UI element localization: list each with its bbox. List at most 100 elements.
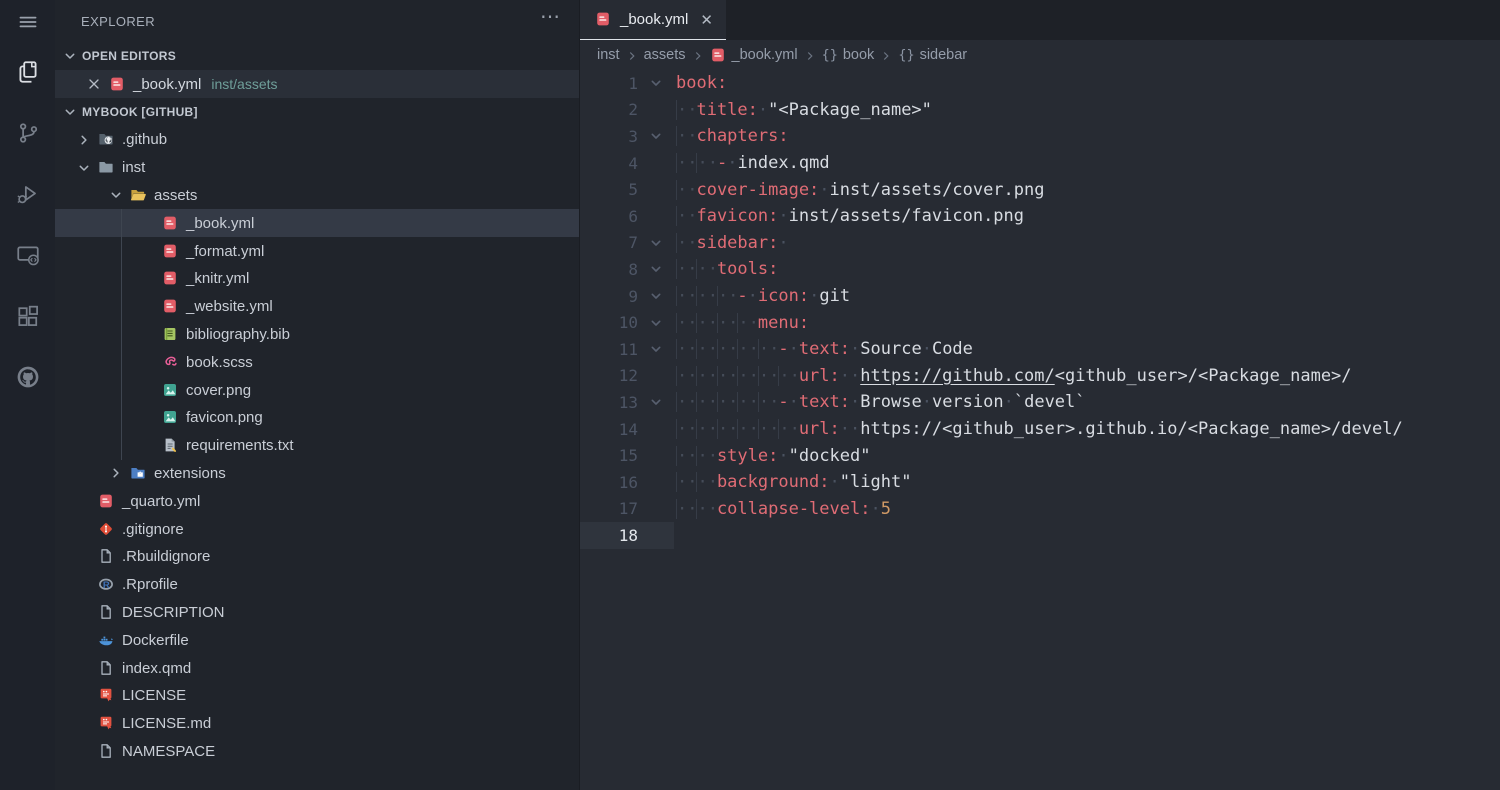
breadcrumb-item[interactable]: inst (597, 47, 620, 63)
tree-item--rbuildignore[interactable]: .Rbuildignore (55, 543, 579, 571)
tree-item-label: _website.yml (186, 298, 273, 315)
code-line: 17····collapse-level:·5 (580, 496, 1500, 523)
more-actions-icon[interactable]: ⋯ (540, 4, 561, 29)
code-line: 6··favicon:·inst/assets/favicon.png (580, 203, 1500, 230)
chevron-down-icon[interactable] (76, 160, 98, 176)
code-line: 16····background:·"light" (580, 469, 1500, 496)
close-editor-icon[interactable] (86, 76, 102, 92)
yaml-icon (162, 298, 179, 315)
code-line: 4····-·index.qmd (580, 150, 1500, 177)
chevron-right-icon (879, 48, 893, 62)
menu-icon[interactable] (0, 0, 55, 44)
fold-icon[interactable] (638, 288, 674, 304)
breadcrumb-item[interactable]: assets (644, 47, 686, 63)
code-line: 5··cover-image:·inst/assets/cover.png (580, 176, 1500, 203)
tree-item--knitr-yml[interactable]: _knitr.yml (55, 265, 579, 293)
tree-item-license[interactable]: LICENSE (55, 682, 579, 710)
tree-item-cover-png[interactable]: cover.png (55, 376, 579, 404)
tree-item-dockerfile[interactable]: Dockerfile (55, 626, 579, 654)
chevron-slot (76, 493, 98, 509)
chevron-right-icon (803, 48, 817, 62)
activity-item-source-control[interactable] (15, 105, 41, 166)
tree-item-favicon-png[interactable]: favicon.png (55, 404, 579, 432)
line-number: 5 (580, 180, 638, 199)
tree-item-assets[interactable]: assets (55, 182, 579, 210)
tree-item--github[interactable]: .github (55, 126, 579, 154)
chevron-slot (76, 688, 98, 704)
close-tab-icon[interactable]: ✕ (700, 11, 713, 29)
breadcrumb-label: _book.yml (732, 47, 798, 63)
chevron-slot (140, 410, 162, 426)
breadcrumb-item[interactable]: {}sidebar (898, 47, 967, 63)
braces-icon: {} (822, 47, 838, 63)
activity-item-run-debug[interactable] (15, 166, 41, 227)
line-number: 8 (580, 260, 638, 279)
code-area[interactable]: 1book:2··title:·"<Package_name>"3··chapt… (580, 70, 1500, 790)
tab-bar: _book.yml ✕ (580, 0, 1500, 40)
line-number: 3 (580, 127, 638, 146)
yaml-icon (162, 215, 179, 232)
chevron-slot (76, 632, 98, 648)
open-editor-item[interactable]: _book.ymlinst/assets (55, 70, 579, 98)
chevron-right-icon[interactable] (108, 465, 130, 481)
doc-icon (98, 548, 115, 565)
fold-icon[interactable] (638, 128, 674, 144)
code-line: 7··sidebar:· (580, 230, 1500, 257)
chevron-slot (140, 215, 162, 231)
fold-icon[interactable] (638, 235, 674, 251)
breadcrumb-item[interactable]: _book.yml (710, 47, 798, 64)
fold-icon[interactable] (638, 341, 674, 357)
tree-item--rprofile[interactable]: R.Rprofile (55, 571, 579, 599)
line-number: 11 (580, 340, 638, 359)
open-editors-header[interactable]: OPEN EDITORS (55, 42, 579, 70)
chevron-slot (140, 271, 162, 287)
activity-item-explorer[interactable] (15, 44, 41, 105)
tree-item-bibliography-bib[interactable]: bibliography.bib (55, 321, 579, 349)
tree-item-label: .Rbuildignore (122, 548, 210, 565)
tree-item-inst[interactable]: inst (55, 154, 579, 182)
fold-icon[interactable] (638, 261, 674, 277)
activity-item-github[interactable] (15, 349, 41, 410)
code-line: 1book: (580, 70, 1500, 97)
code-line: 13··········-·text:·Browse·version·`deve… (580, 389, 1500, 416)
tree-item--gitignore[interactable]: .gitignore (55, 515, 579, 543)
activity-item-remote-explorer[interactable] (15, 227, 41, 288)
tree-item--format-yml[interactable]: _format.yml (55, 237, 579, 265)
breadcrumb-item[interactable]: {}book (822, 47, 875, 63)
fold-icon[interactable] (638, 394, 674, 410)
activity-item-extensions[interactable] (15, 288, 41, 349)
tree-item-license-md[interactable]: LICENSE.md (55, 710, 579, 738)
fold-icon[interactable] (638, 75, 674, 91)
braces-icon: {} (898, 47, 914, 63)
tree-item-extensions[interactable]: extensions (55, 460, 579, 488)
tab-book-yml[interactable]: _book.yml ✕ (580, 0, 726, 40)
code-line: 3··chapters: (580, 123, 1500, 150)
breadcrumb-label: inst (597, 47, 620, 63)
tree-item-requirements-txt[interactable]: requirements.txt (55, 432, 579, 460)
r-icon: R (98, 576, 115, 593)
doc-icon (98, 604, 115, 621)
tree-item-label: requirements.txt (186, 437, 294, 454)
tree-item-label: cover.png (186, 382, 251, 399)
tree-item-book-scss[interactable]: book.scss (55, 348, 579, 376)
tree-item-description[interactable]: DESCRIPTION (55, 599, 579, 627)
line-number: 1 (580, 74, 638, 93)
tree-item--quarto-yml[interactable]: _quarto.yml (55, 487, 579, 515)
tree-item--book-yml[interactable]: _book.yml (55, 209, 579, 237)
tree-item-label: LICENSE.md (122, 715, 211, 732)
chevron-down-icon[interactable] (108, 187, 130, 203)
workspace-header[interactable]: MYBOOK [GITHUB] (55, 98, 579, 126)
tree-item-namespace[interactable]: NAMESPACE (55, 738, 579, 766)
chevron-right-icon[interactable] (76, 132, 98, 148)
tree-indent-guide (121, 209, 122, 459)
fold-icon[interactable] (638, 315, 674, 331)
tree-item-label: assets (154, 187, 197, 204)
chevron-slot (76, 743, 98, 759)
code-line: 2··title:·"<Package_name>" (580, 97, 1500, 124)
tree-item-index-qmd[interactable]: index.qmd (55, 654, 579, 682)
chevron-right-icon (625, 48, 639, 62)
line-number: 12 (580, 366, 638, 385)
license-icon (98, 687, 115, 704)
doc-icon (98, 743, 115, 760)
tree-item--website-yml[interactable]: _website.yml (55, 293, 579, 321)
